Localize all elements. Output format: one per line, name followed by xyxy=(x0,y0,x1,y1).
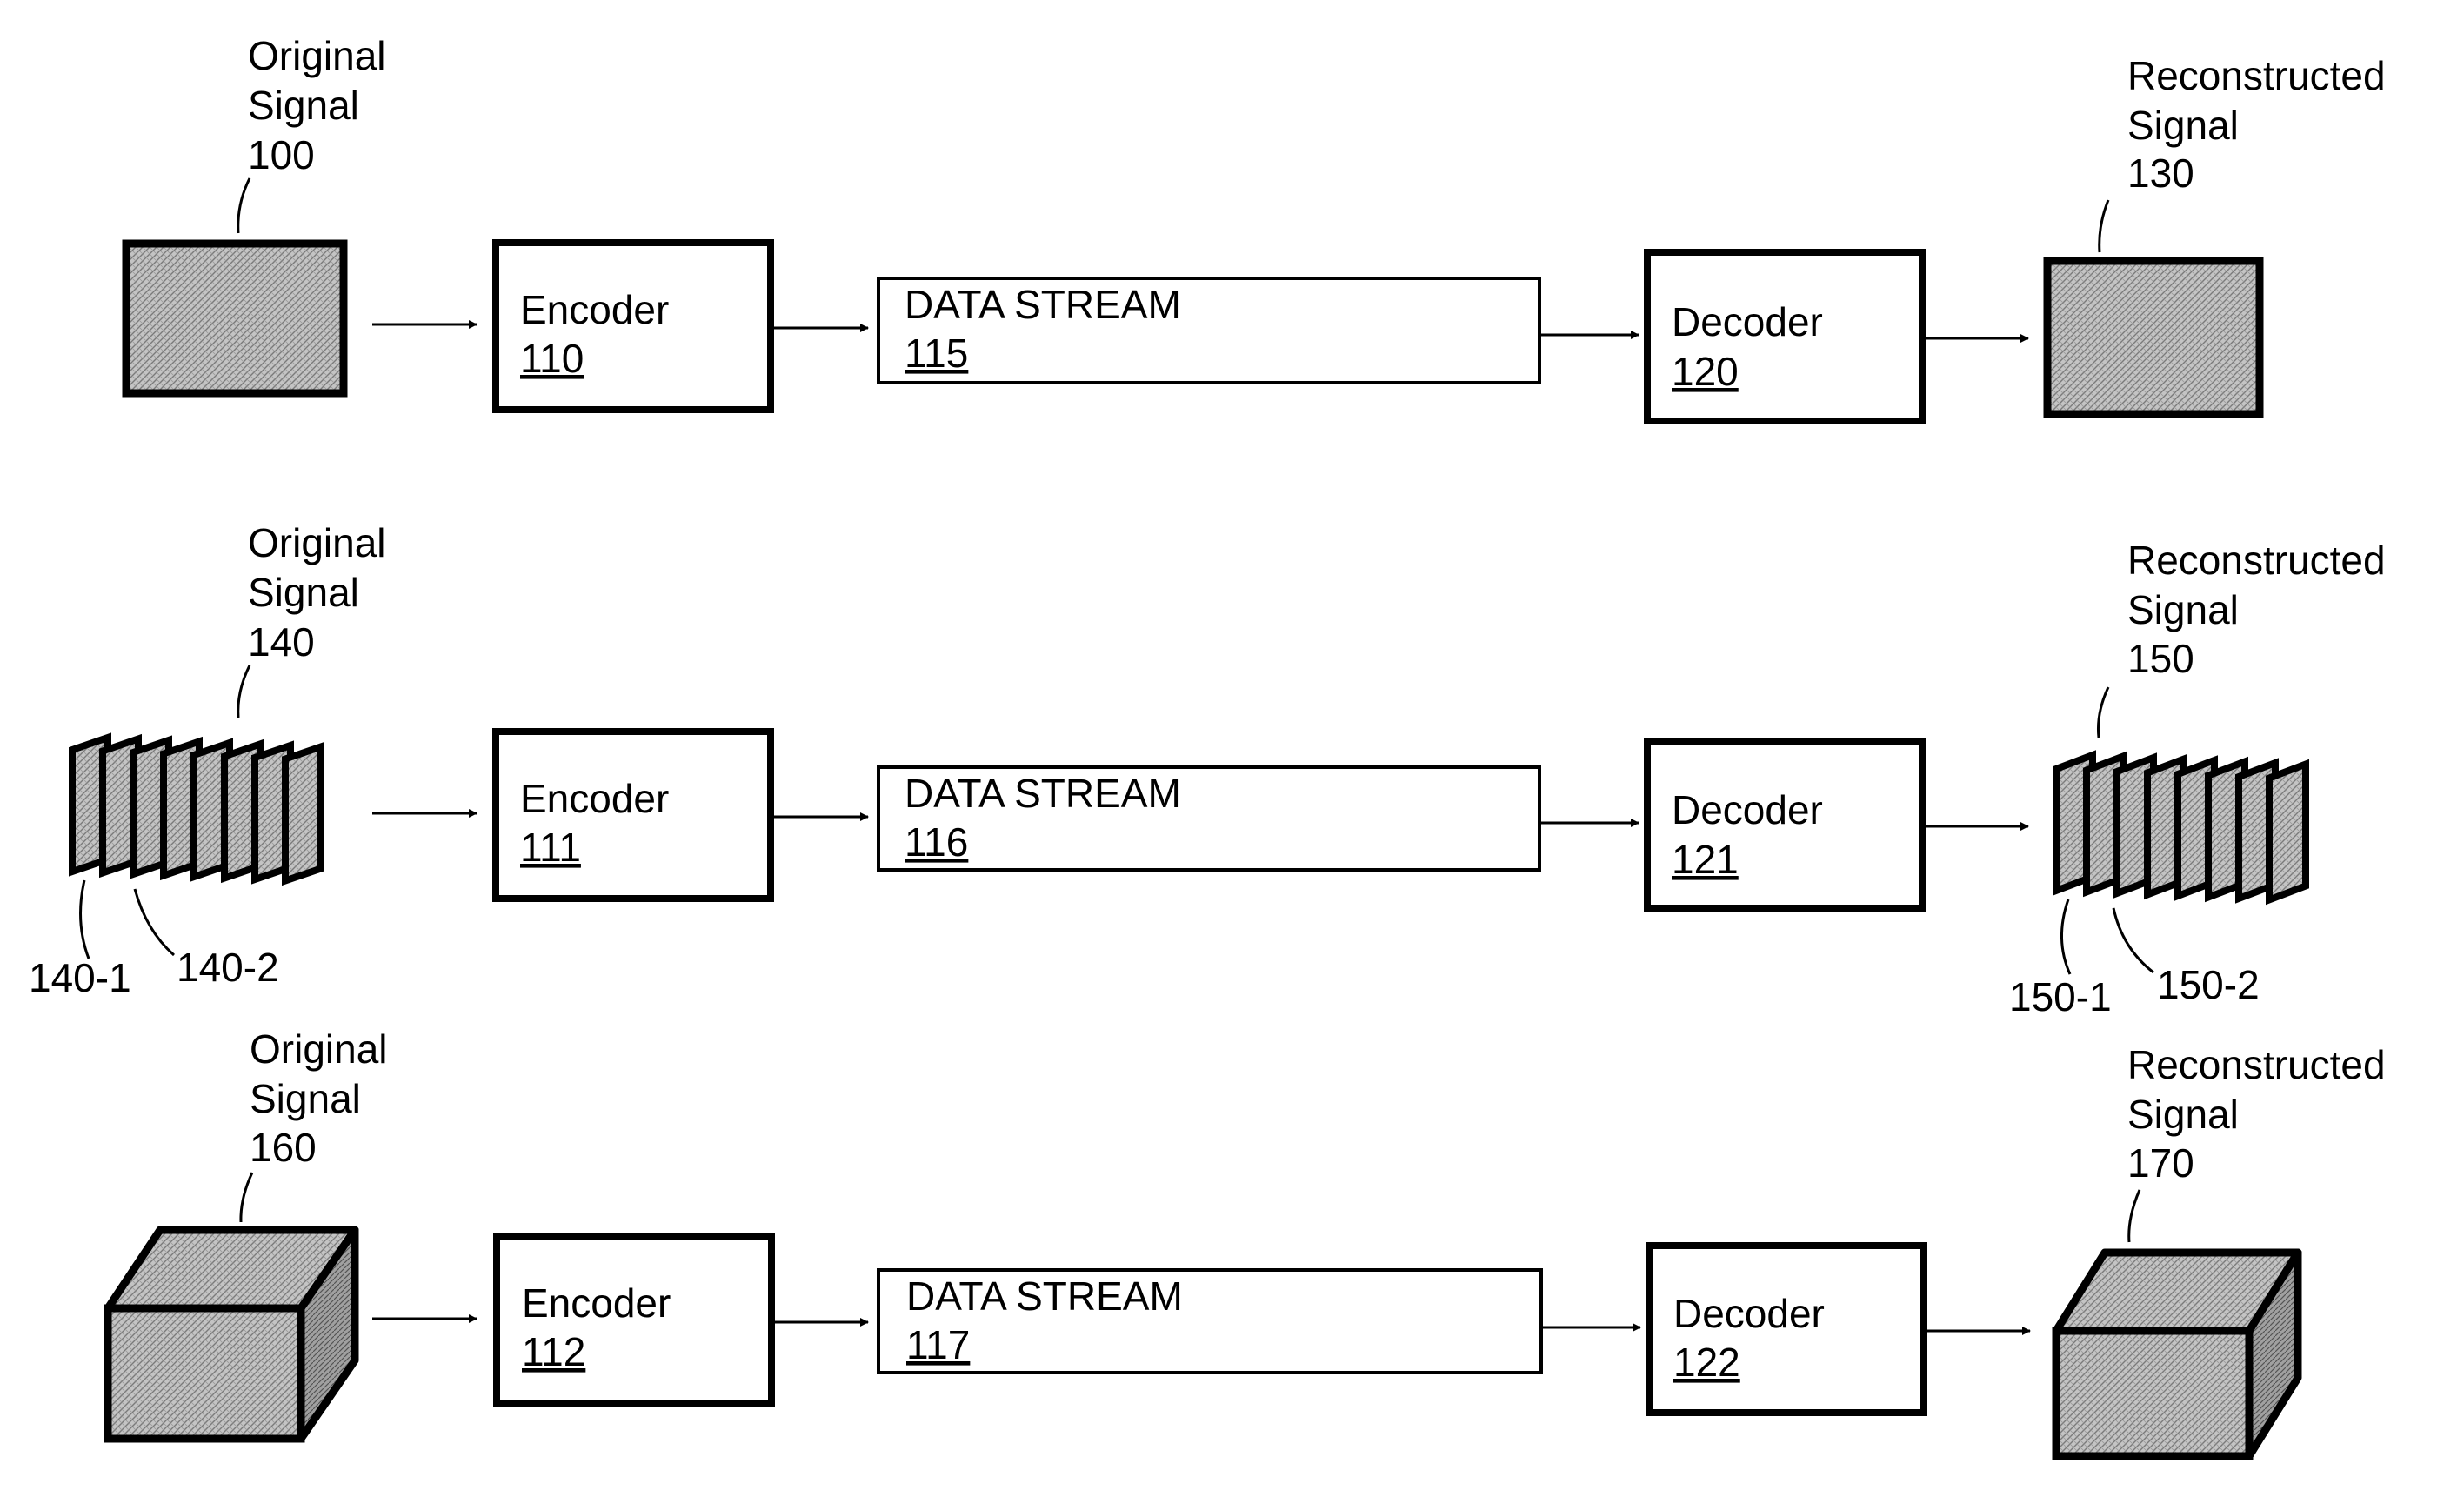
reconstructed-label-line1: Reconstructed xyxy=(2127,53,2386,98)
leader-line xyxy=(239,1172,254,1223)
frame-8 xyxy=(282,741,324,886)
signal-image-rect xyxy=(122,239,348,398)
decoder-ref: 121 xyxy=(1672,837,1739,882)
leader-line xyxy=(2097,686,2110,738)
encoder-111: Encoder 111 xyxy=(492,728,774,902)
data-stream-ref: 117 xyxy=(906,1322,970,1367)
encoder-label: Encoder xyxy=(520,287,669,332)
reconstructed-label-line1: Reconstructed xyxy=(2127,1042,2386,1087)
frame-8 xyxy=(2266,759,2309,906)
original-label-line2: Signal xyxy=(250,1076,361,1121)
original-ref: 100 xyxy=(248,132,315,177)
frame-stack xyxy=(2053,750,2309,906)
reconstructed-ref: 150 xyxy=(2127,636,2194,681)
decoder-label: Decoder xyxy=(1673,1291,1825,1336)
decoder-122: Decoder 122 xyxy=(1646,1242,1927,1416)
original-label-line2: Signal xyxy=(248,83,359,128)
cube-front-face xyxy=(2052,1327,2254,1460)
data-stream-label: DATA STREAM xyxy=(905,771,1181,816)
encoder-ref: 110 xyxy=(520,336,584,381)
decoder-label: Decoder xyxy=(1672,299,1823,344)
row-2: Original Signal 140 140-1 140-2 Encoder … xyxy=(29,520,2386,1019)
data-stream-ref: 116 xyxy=(905,819,968,865)
reconstructed-signal-150: Reconstructed Signal 150 150-1 150-2 xyxy=(2009,538,2386,1019)
frame-ref-2: 140-2 xyxy=(177,945,279,990)
decoder-ref: 120 xyxy=(1672,349,1739,394)
frame-ref-1: 140-1 xyxy=(29,955,131,1000)
original-label-line2: Signal xyxy=(248,570,359,615)
encoder-ref: 111 xyxy=(520,825,581,870)
encoder-label: Encoder xyxy=(522,1280,671,1326)
original-ref: 140 xyxy=(248,619,315,665)
reconstructed-label-line1: Reconstructed xyxy=(2127,538,2386,583)
decoder-ref: 122 xyxy=(1673,1340,1740,1385)
decoder-120: Decoder 120 xyxy=(1644,249,1926,424)
row-3: Original Signal 160 Encoder 112 DATA STR… xyxy=(104,1026,2386,1460)
signal-coding-diagram: Original Signal 100 Encoder 110 DATA STR… xyxy=(29,33,2386,1460)
original-ref: 160 xyxy=(250,1125,317,1170)
leader-line-frame-2 xyxy=(133,888,175,957)
leader-line xyxy=(2127,1189,2141,1243)
data-stream-label: DATA STREAM xyxy=(906,1273,1183,1319)
data-stream-117: DATA STREAM 117 xyxy=(877,1268,1543,1374)
original-label-line1: Original xyxy=(248,520,386,565)
original-signal-140: Original Signal 140 140-1 140-2 xyxy=(29,520,386,1000)
leader-line xyxy=(237,665,251,718)
leader-line-frame-1 xyxy=(79,879,90,959)
original-label-line1: Original xyxy=(248,33,386,78)
encoder-110: Encoder 110 xyxy=(492,239,774,413)
encoder-label: Encoder xyxy=(520,776,669,821)
reconstructed-label-line2: Signal xyxy=(2127,1092,2239,1137)
data-stream-ref: 115 xyxy=(905,331,968,376)
original-signal-160: Original Signal 160 xyxy=(104,1026,388,1443)
cube-front-face xyxy=(104,1304,305,1443)
cube xyxy=(2052,1248,2302,1460)
reconstructed-signal-130: Reconstructed Signal 130 xyxy=(2043,53,2386,418)
encoder-ref: 112 xyxy=(522,1329,585,1374)
reconstructed-ref: 130 xyxy=(2127,150,2194,196)
original-signal-100: Original Signal 100 xyxy=(122,33,386,398)
frame-ref-2: 150-2 xyxy=(2157,962,2260,1007)
frame-ref-1: 150-1 xyxy=(2009,974,2112,1019)
original-label-line1: Original xyxy=(250,1026,388,1072)
frame-stack xyxy=(69,732,324,886)
reconstructed-label-line2: Signal xyxy=(2127,103,2239,148)
decoder-121: Decoder 121 xyxy=(1644,738,1926,912)
leader-line xyxy=(237,177,251,234)
leader-line-frame-1 xyxy=(2060,899,2072,975)
reconstructed-ref: 170 xyxy=(2127,1140,2194,1186)
leader-line xyxy=(2098,199,2110,253)
data-stream-116: DATA STREAM 116 xyxy=(877,765,1541,872)
data-stream-label: DATA STREAM xyxy=(905,282,1181,327)
reconstructed-label-line2: Signal xyxy=(2127,587,2239,632)
decoder-label: Decoder xyxy=(1672,787,1823,832)
signal-image-rect xyxy=(2043,257,2264,418)
leader-line-frame-2 xyxy=(2112,907,2154,974)
data-stream-115: DATA STREAM 115 xyxy=(877,277,1541,384)
reconstructed-signal-170: Reconstructed Signal 170 xyxy=(2052,1042,2386,1460)
cube xyxy=(104,1226,359,1443)
encoder-112: Encoder 112 xyxy=(493,1233,775,1407)
row-1: Original Signal 100 Encoder 110 DATA STR… xyxy=(122,33,2386,424)
